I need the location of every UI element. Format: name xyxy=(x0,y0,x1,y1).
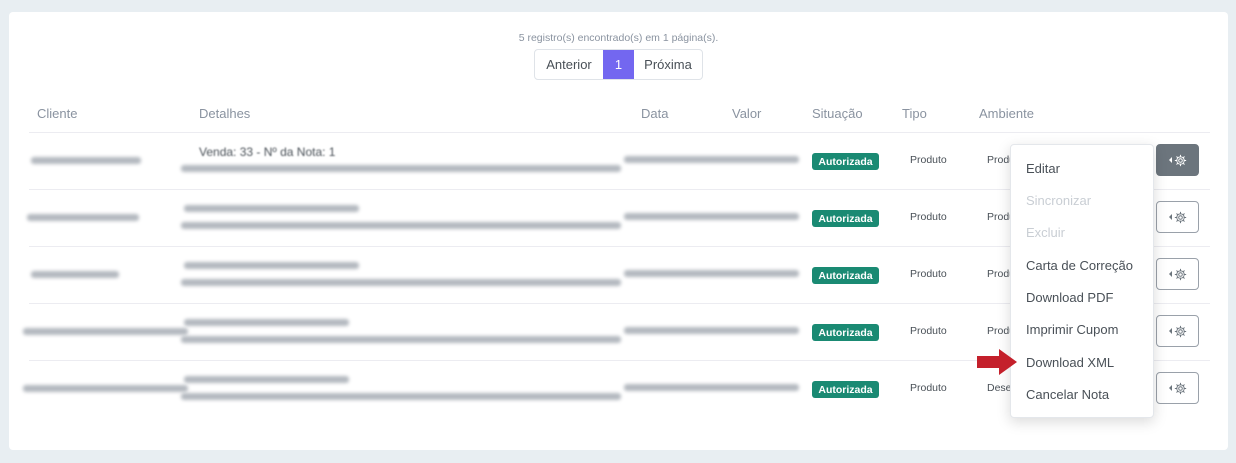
caret-left-icon xyxy=(1168,271,1172,277)
row-actions-button[interactable] xyxy=(1156,315,1199,347)
caret-left-icon xyxy=(1168,214,1172,220)
caret-left-icon xyxy=(1168,385,1172,391)
redacted-data-valor xyxy=(624,213,799,220)
column-header-ambiente[interactable]: Ambiente xyxy=(979,106,1034,121)
gear-icon xyxy=(1174,154,1186,166)
gear-icon xyxy=(1174,325,1186,337)
status-badge: Autorizada xyxy=(812,210,879,227)
status-badge: Autorizada xyxy=(812,267,879,284)
redacted-cliente xyxy=(27,214,139,221)
gear-icon xyxy=(1174,382,1186,394)
results-summary: 5 registro(s) encontrado(s) em 1 página(… xyxy=(518,32,719,44)
column-header-valor[interactable]: Valor xyxy=(732,106,761,121)
row-actions-button[interactable] xyxy=(1156,144,1199,176)
redacted-detalhes xyxy=(181,165,621,172)
redacted-detalhes xyxy=(184,319,349,326)
redacted-cliente xyxy=(23,328,188,335)
redacted-detalhes xyxy=(181,279,621,286)
redacted-cliente xyxy=(31,157,141,164)
gear-icon xyxy=(1174,211,1186,223)
menu-item-imprimir-cupom[interactable]: Imprimir Cupom xyxy=(1026,322,1118,337)
column-header-detalhes[interactable]: Detalhes xyxy=(199,106,250,121)
row-actions-button[interactable] xyxy=(1156,201,1199,233)
redacted-detalhes xyxy=(181,222,621,229)
row-actions-button[interactable] xyxy=(1156,372,1199,404)
menu-item-cancelar-nota[interactable]: Cancelar Nota xyxy=(1026,387,1109,402)
caret-left-icon xyxy=(1168,328,1172,334)
redacted-data-valor xyxy=(624,327,799,334)
ambiente-text: Produção xyxy=(987,154,1011,166)
redacted-data-valor xyxy=(624,384,799,391)
pagination-page-1[interactable]: 1 xyxy=(603,50,634,79)
redacted-cliente xyxy=(23,385,188,392)
detalhes-text: Venda: 33 - Nº da Nota: 1 xyxy=(199,145,336,159)
ambiente-text: Produção xyxy=(987,268,1011,280)
results-card: 5 registro(s) encontrado(s) em 1 página(… xyxy=(9,12,1228,450)
ambiente-text: Desenvolvimento xyxy=(987,382,1011,394)
red-arrow-icon xyxy=(977,349,1017,375)
column-header-situacao[interactable]: Situação xyxy=(812,106,863,121)
column-header-data[interactable]: Data xyxy=(641,106,668,121)
redacted-detalhes xyxy=(184,376,349,383)
menu-item-download-xml[interactable]: Download XML xyxy=(1026,355,1114,370)
menu-item-carta-correcao[interactable]: Carta de Correção xyxy=(1026,258,1133,273)
tipo-text: Produto xyxy=(910,268,947,280)
menu-item-excluir: Excluir xyxy=(1026,225,1066,240)
tipo-text: Produto xyxy=(910,382,947,394)
caret-left-icon xyxy=(1168,157,1172,163)
column-header-cliente[interactable]: Cliente xyxy=(37,106,77,121)
pagination: Anterior 1 Próxima xyxy=(534,49,703,80)
redacted-detalhes xyxy=(184,262,359,269)
menu-item-download-pdf[interactable]: Download PDF xyxy=(1026,290,1113,305)
row-actions-menu: Editar Sincronizar Excluir Carta de Corr… xyxy=(1010,144,1154,418)
pagination-prev-button[interactable]: Anterior xyxy=(535,50,603,79)
redacted-detalhes xyxy=(181,336,621,343)
column-header-tipo[interactable]: Tipo xyxy=(902,106,927,121)
header-divider xyxy=(29,132,1210,133)
pagination-next-button[interactable]: Próxima xyxy=(634,50,702,79)
tipo-text: Produto xyxy=(910,325,947,337)
status-badge: Autorizada xyxy=(812,324,879,341)
ambiente-text: Produção xyxy=(987,211,1011,223)
menu-item-sincronizar: Sincronizar xyxy=(1026,193,1092,208)
status-badge: Autorizada xyxy=(812,381,879,398)
redacted-data-valor xyxy=(624,156,799,163)
ambiente-text: Produção xyxy=(987,325,1011,337)
redacted-cliente xyxy=(31,271,119,278)
redacted-detalhes xyxy=(181,393,621,400)
gear-icon xyxy=(1174,268,1186,280)
row-actions-button[interactable] xyxy=(1156,258,1199,290)
redacted-data-valor xyxy=(624,270,799,277)
status-badge: Autorizada xyxy=(812,153,879,170)
tipo-text: Produto xyxy=(910,154,947,166)
menu-item-editar[interactable]: Editar xyxy=(1026,161,1060,176)
redacted-detalhes xyxy=(184,205,359,212)
tipo-text: Produto xyxy=(910,211,947,223)
